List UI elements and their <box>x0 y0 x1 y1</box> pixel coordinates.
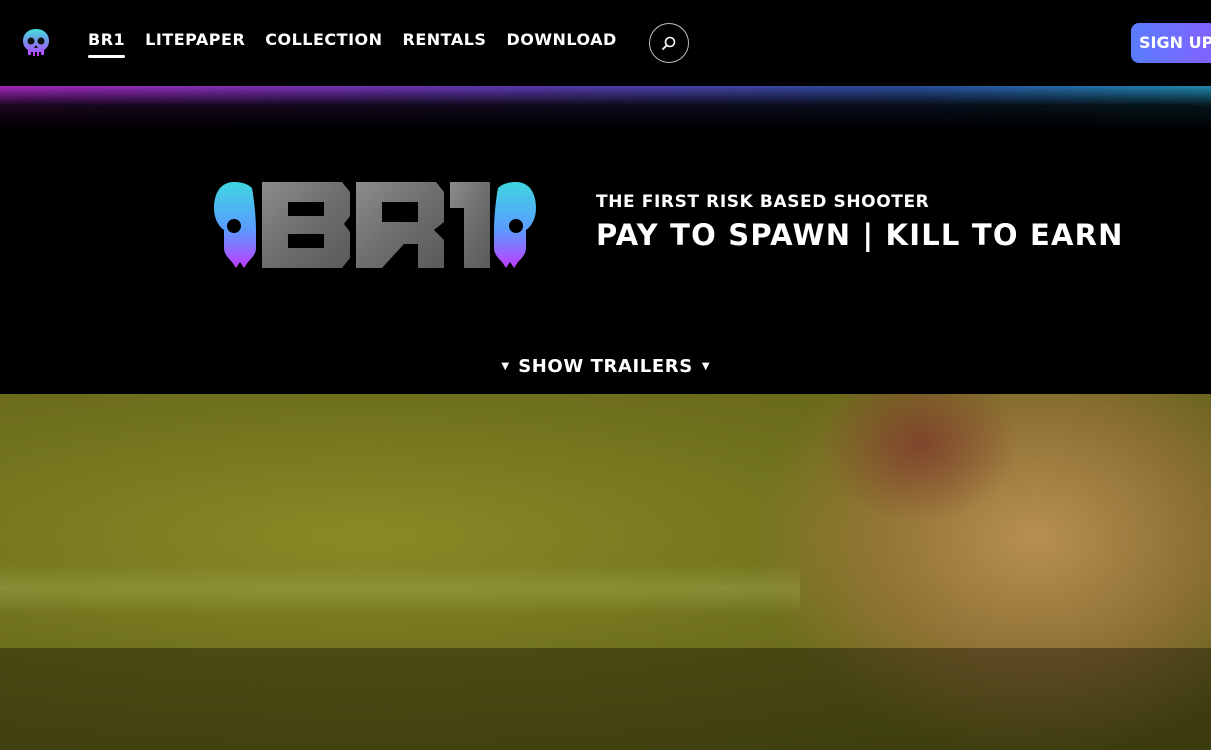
video-frame-detail <box>0 564 800 614</box>
sign-up-button[interactable]: SIGN UP <box>1131 23 1211 63</box>
nav-link-rentals[interactable]: RENTALS <box>403 30 487 56</box>
search-icon <box>662 36 676 50</box>
chevron-down-icon: ▼ <box>501 361 510 372</box>
chevron-down-icon: ▼ <box>701 361 710 372</box>
search-button[interactable] <box>649 23 689 63</box>
nav-glow-divider <box>0 86 1211 130</box>
nav-link-litepaper[interactable]: LITEPAPER <box>145 30 245 56</box>
skull-logo-icon[interactable] <box>22 28 50 58</box>
nav-link-collection[interactable]: COLLECTION <box>265 30 382 56</box>
nav-link-download[interactable]: DOWNLOAD <box>506 30 616 56</box>
hero-title: PAY TO SPAWN | KILL TO EARN <box>596 218 1124 252</box>
nav-link-br1[interactable]: BR1 <box>88 30 126 58</box>
show-trailers-label: SHOW TRAILERS <box>518 356 693 377</box>
top-nav: BR1 LITEPAPER COLLECTION RENTALS DOWNLOA… <box>0 0 1211 86</box>
video-overlay-shade <box>0 648 1211 750</box>
show-trailers-toggle[interactable]: ▼ SHOW TRAILERS ▼ <box>0 356 1211 377</box>
br1-game-logo <box>212 178 538 270</box>
nav-links: BR1 LITEPAPER COLLECTION RENTALS DOWNLOA… <box>88 30 617 58</box>
video-frame-detail <box>820 394 1020 524</box>
hero-video-background <box>0 394 1211 750</box>
hero-subtitle: THE FIRST RISK BASED SHOOTER <box>596 192 930 212</box>
